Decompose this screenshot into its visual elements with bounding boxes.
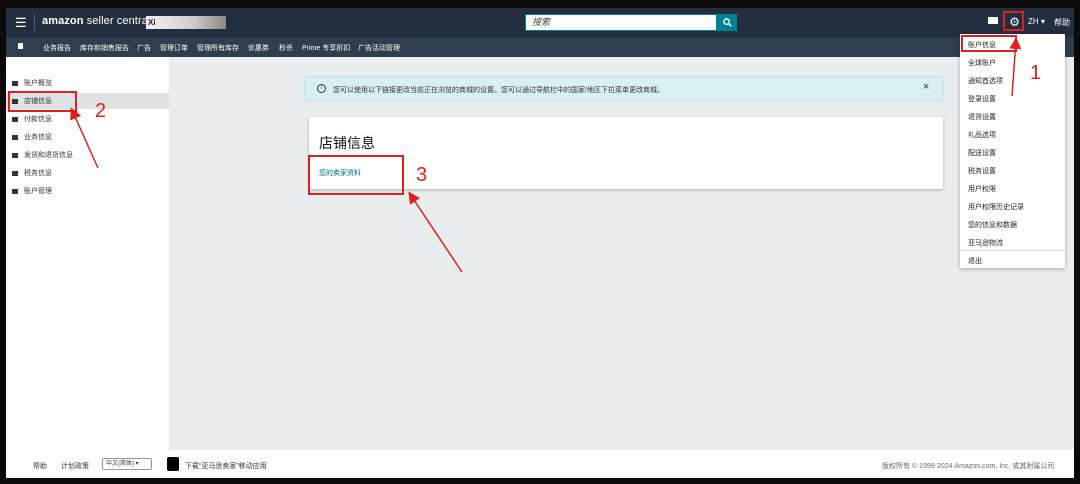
arrow-to-seller-profile [408,191,463,273]
seller-central-window: ☰ amazon seller central Xi 搜索 ⚙ ZH ▾ 帮助 … [6,8,1074,478]
annotation-arrows [70,37,1022,273]
arrow-to-store-info [70,107,99,169]
arrow-to-gear [1009,37,1022,97]
